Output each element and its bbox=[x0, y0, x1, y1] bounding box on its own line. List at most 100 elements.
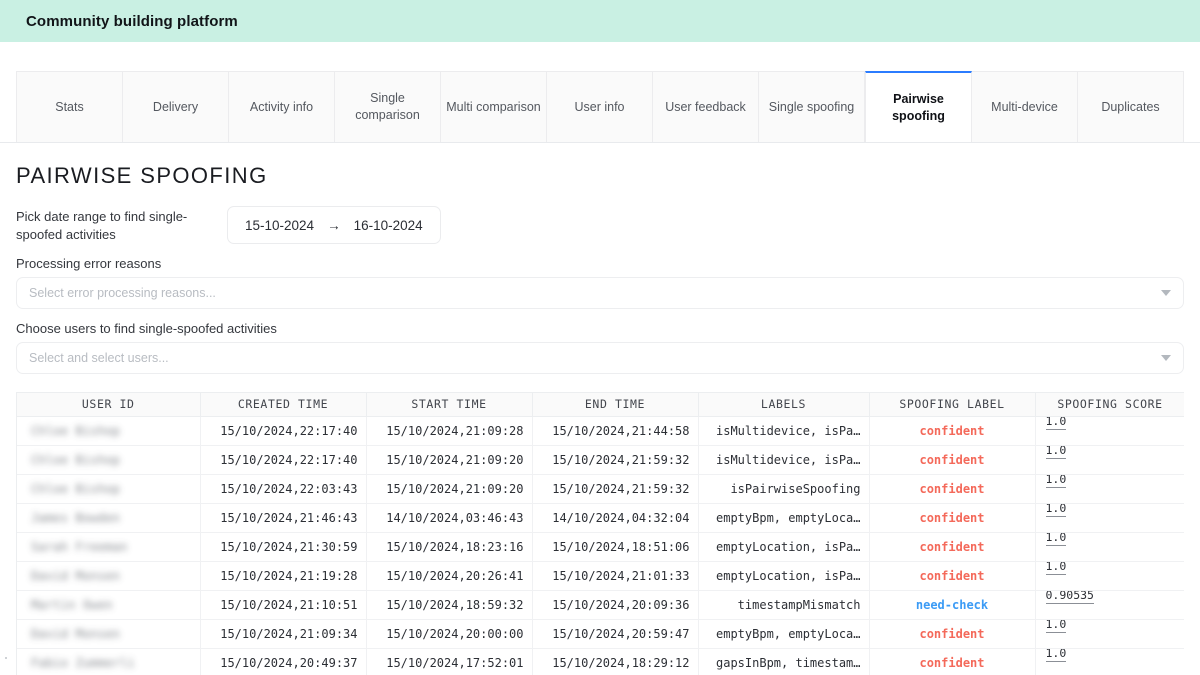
results-table-scroll[interactable]: USER ID CREATED TIME START TIME END TIME LAB… bbox=[16, 392, 1184, 675]
cell-spoofing-score: 1.0 bbox=[1035, 503, 1184, 533]
cell-start-time: 15/10/2024,17:52:01 bbox=[366, 648, 533, 675]
chevron-down-icon[interactable] bbox=[1161, 355, 1171, 361]
cell-created-time: 15/10/2024,22:17:40 bbox=[200, 416, 367, 446]
user-id-value: Chloe Bishop bbox=[31, 481, 121, 496]
table-row[interactable]: Chloe Bishop 15/10/2024,22:17:40 15/10/202… bbox=[17, 445, 1184, 475]
cell-labels: emptyBpm, emptyLoca… bbox=[698, 503, 870, 533]
cell-user-id: Chloe Bishop bbox=[17, 416, 201, 446]
table-row[interactable]: Fabio Zummerli 15/10/2024,20:49:37 15/10/2… bbox=[17, 648, 1184, 675]
table-row[interactable]: Chloe Bishop 15/10/2024,22:17:40 15/10/202… bbox=[17, 416, 1184, 446]
tab-stats[interactable]: Stats bbox=[16, 71, 123, 142]
error-reasons-placeholder: Select error processing reasons... bbox=[29, 286, 216, 300]
tab-label: Single comparison bbox=[355, 91, 420, 122]
date-range-picker[interactable]: 15-10-2024 → 16-10-2024 bbox=[227, 206, 441, 244]
table-row[interactable]: David Monsen 15/10/2024,21:09:34 15/10/202… bbox=[17, 619, 1184, 649]
error-reasons-select[interactable]: Select error processing reasons... bbox=[16, 277, 1184, 309]
tab-activity-info[interactable]: Activity info bbox=[229, 71, 335, 142]
table-row[interactable]: David Monsen 15/10/2024,21:19:28 15/10/202… bbox=[17, 561, 1184, 591]
cell-user-id: James Bowden bbox=[17, 503, 201, 533]
tab-label: Activity info bbox=[249, 99, 314, 114]
tab-pairwise-spoofing[interactable]: Pairwise spoofing bbox=[865, 71, 972, 142]
cell-spoofing-score: 1.0 bbox=[1035, 445, 1184, 475]
spoofing-score-value: 1.0 bbox=[1045, 416, 1067, 430]
cell-start-time: 15/10/2024,18:23:16 bbox=[366, 532, 533, 562]
tab-multi-device[interactable]: Multi-device bbox=[972, 71, 1078, 142]
cell-user-id: Fabio Zummerli bbox=[17, 648, 201, 675]
cell-end-time: 14/10/2024,04:32:04 bbox=[532, 503, 699, 533]
date-range-label: Pick date range to find single-spoofed a… bbox=[16, 209, 188, 242]
tab-label: Single spoofing bbox=[768, 99, 855, 114]
column-header-end-time[interactable]: END TIME bbox=[532, 393, 699, 417]
column-header-spoofing-label[interactable]: SPOOFING LABEL bbox=[869, 393, 1036, 417]
cell-created-time: 15/10/2024,20:49:37 bbox=[200, 648, 367, 675]
spoofing-score-value: 1.0 bbox=[1045, 648, 1067, 662]
tab-label: Multi comparison bbox=[446, 99, 541, 114]
table-row[interactable]: Sarah Freeman 15/10/2024,21:30:59 15/10/20… bbox=[17, 532, 1184, 562]
spoofing-score-value: 1.0 bbox=[1045, 619, 1067, 633]
table-row[interactable]: Martin Owen 15/10/2024,21:10:51 15/10/2024… bbox=[17, 590, 1184, 620]
cell-labels: gapsInBpm, timestam… bbox=[698, 648, 870, 675]
cell-end-time: 15/10/2024,21:01:33 bbox=[532, 561, 699, 591]
tab-label: Duplicates bbox=[1101, 99, 1160, 114]
column-header-start-time[interactable]: START TIME bbox=[366, 393, 533, 417]
cell-start-time: 15/10/2024,20:26:41 bbox=[366, 561, 533, 591]
cell-spoofing-score: 1.0 bbox=[1035, 648, 1184, 675]
user-id-value: Sarah Freeman bbox=[31, 539, 128, 554]
user-id-value: Fabio Zummerli bbox=[31, 655, 135, 670]
cell-labels: emptyBpm, emptyLoca… bbox=[698, 619, 870, 649]
tab-label: User info bbox=[574, 99, 625, 114]
user-id-value: Martin Owen bbox=[31, 597, 113, 612]
tab-single-comparison[interactable]: Single comparison bbox=[335, 71, 441, 142]
table-row[interactable]: Chloe Bishop 15/10/2024,22:03:43 15/10/202… bbox=[17, 474, 1184, 504]
cell-labels: isMultidevice, isPa… bbox=[698, 445, 870, 475]
users-placeholder: Select and select users... bbox=[29, 351, 169, 365]
cell-spoofing-label: confident bbox=[869, 619, 1036, 649]
column-header-spoofing-score[interactable]: SPOOFING SCORE bbox=[1035, 393, 1184, 417]
cell-user-id: Sarah Freeman bbox=[17, 532, 201, 562]
cell-labels: emptyLocation, isPa… bbox=[698, 561, 870, 591]
cell-spoofing-score: 1.0 bbox=[1035, 416, 1184, 446]
cell-spoofing-label: confident bbox=[869, 416, 1036, 446]
cell-spoofing-score: 0.90535 bbox=[1035, 590, 1184, 620]
chevron-down-icon[interactable] bbox=[1161, 290, 1171, 296]
page-body: PAIRWISE SPOOFING Pick date range to fin… bbox=[0, 163, 1200, 675]
column-header-user-id[interactable]: USER ID bbox=[17, 393, 201, 417]
cell-labels: isMultidevice, isPa… bbox=[698, 416, 870, 446]
error-reasons-label: Processing error reasons bbox=[16, 256, 162, 271]
table-header-row: USER ID CREATED TIME START TIME END TIME LAB… bbox=[17, 393, 1184, 417]
results-table: USER ID CREATED TIME START TIME END TIME LAB… bbox=[17, 393, 1184, 675]
cell-end-time: 15/10/2024,18:51:06 bbox=[532, 532, 699, 562]
spoofing-score-value: 0.90535 bbox=[1045, 590, 1094, 604]
users-label: Choose users to find single-spoofed acti… bbox=[16, 321, 277, 336]
cell-end-time: 15/10/2024,21:44:58 bbox=[532, 416, 699, 446]
users-select[interactable]: Select and select users... bbox=[16, 342, 1184, 374]
date-range-end[interactable]: 16-10-2024 bbox=[354, 218, 423, 233]
spoofing-score-value: 1.0 bbox=[1045, 474, 1067, 488]
tab-label: User feedback bbox=[665, 99, 746, 114]
tab-label: Stats bbox=[55, 99, 84, 114]
tab-delivery[interactable]: Delivery bbox=[123, 71, 229, 142]
cell-end-time: 15/10/2024,20:09:36 bbox=[532, 590, 699, 620]
date-range-row: Pick date range to find single-spoofed a… bbox=[16, 206, 1184, 244]
cell-start-time: 14/10/2024,03:46:43 bbox=[366, 503, 533, 533]
date-range-start[interactable]: 15-10-2024 bbox=[245, 218, 314, 233]
tab-bar: Stats Delivery Activity info Single compari… bbox=[0, 71, 1200, 143]
table-row[interactable]: James Bowden 15/10/2024,21:46:43 14/10/202… bbox=[17, 503, 1184, 533]
spoofing-score-value: 1.0 bbox=[1045, 503, 1067, 517]
app-banner: Community building platform bbox=[0, 0, 1200, 42]
tab-multi-comparison[interactable]: Multi comparison bbox=[441, 71, 547, 142]
column-header-created-time[interactable]: CREATED TIME bbox=[200, 393, 367, 417]
cell-labels: emptyLocation, isPa… bbox=[698, 532, 870, 562]
cell-labels: isPairwiseSpoofing bbox=[698, 474, 870, 504]
cell-spoofing-label: confident bbox=[869, 445, 1036, 475]
cell-spoofing-score: 1.0 bbox=[1035, 619, 1184, 649]
column-header-labels[interactable]: LABELS bbox=[698, 393, 870, 417]
cell-start-time: 15/10/2024,18:59:32 bbox=[366, 590, 533, 620]
cell-spoofing-label: need-check bbox=[869, 590, 1036, 620]
tab-user-feedback[interactable]: User feedback bbox=[653, 71, 759, 142]
arrow-right-icon: → bbox=[327, 217, 341, 233]
cell-spoofing-score: 1.0 bbox=[1035, 561, 1184, 591]
tab-user-info[interactable]: User info bbox=[547, 71, 653, 142]
tab-single-spoofing[interactable]: Single spoofing bbox=[759, 71, 865, 142]
tab-duplicates[interactable]: Duplicates bbox=[1078, 71, 1184, 142]
